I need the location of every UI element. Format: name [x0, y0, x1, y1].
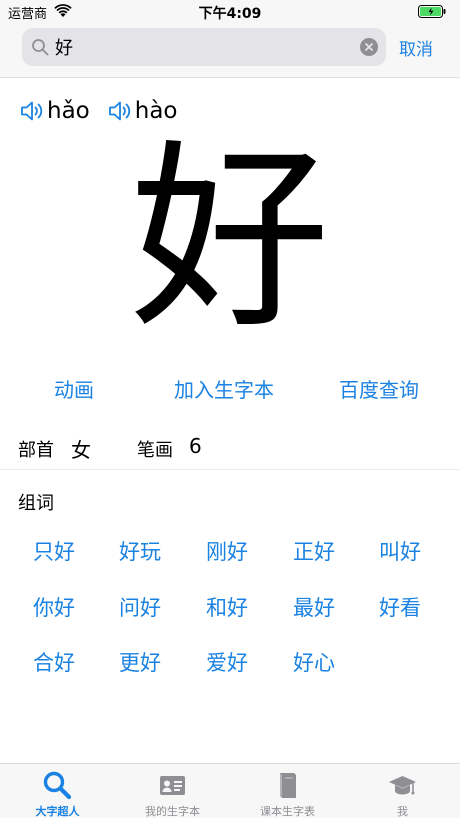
word-item[interactable]: 叫好	[379, 536, 421, 566]
tab-me[interactable]: 我	[345, 764, 460, 818]
baidu-search-button[interactable]: 百度查询	[339, 374, 419, 403]
cancel-button[interactable]: 取消	[399, 35, 433, 60]
tab-label: 课本生字表	[260, 805, 315, 818]
word-item[interactable]: 好心	[293, 647, 335, 677]
word-item[interactable]: 好玩	[119, 536, 161, 566]
search-icon	[43, 771, 72, 800]
graduation-cap-icon	[389, 776, 416, 795]
radical-label: 部首	[18, 440, 54, 461]
search-header: 取消	[0, 24, 460, 78]
magnifier-icon	[32, 39, 49, 56]
radical-value: 女	[71, 438, 91, 462]
tab-label: 我	[397, 805, 408, 818]
search-box[interactable]	[22, 28, 386, 66]
add-to-list-button[interactable]: 加入生字本	[174, 374, 274, 403]
character-display: 好	[129, 123, 330, 356]
tab-label: 我的生字本	[145, 805, 200, 818]
book-icon	[280, 773, 296, 798]
word-item[interactable]: 和好	[206, 592, 248, 622]
pronunciation-item[interactable]: hǎo	[20, 96, 90, 126]
action-bar: 动画 加入生字本 百度查询	[0, 374, 460, 404]
clear-search-icon[interactable]	[360, 38, 378, 56]
tab-bar: 大字超人 我的生字本 课本生字表 我	[0, 763, 460, 818]
strokes-value: 6	[189, 434, 202, 458]
word-item[interactable]: 只好	[33, 536, 75, 566]
animation-button[interactable]: 动画	[54, 374, 94, 403]
tab-dictionary[interactable]: 大字超人	[0, 764, 115, 818]
status-time: 下午4:09	[198, 6, 262, 22]
pronunciation-list: hǎo hào	[20, 96, 196, 126]
word-item[interactable]: 刚好	[206, 536, 248, 566]
word-item[interactable]: 合好	[33, 647, 75, 677]
tab-label: 大字超人	[35, 805, 80, 818]
search-input[interactable]	[55, 34, 355, 60]
word-item[interactable]: 最好	[293, 592, 335, 622]
status-bar: 运营商 下午4:09	[0, 0, 460, 24]
words-title: 组词	[18, 493, 54, 514]
pinyin-text: hào	[134, 98, 178, 124]
id-card-icon	[160, 776, 185, 795]
pinyin-text: hǎo	[47, 98, 90, 124]
tab-textbook[interactable]: 课本生字表	[230, 764, 345, 818]
word-item[interactable]: 爱好	[206, 647, 248, 677]
pronunciation-item[interactable]: hào	[108, 96, 178, 126]
word-item[interactable]: 你好	[33, 592, 75, 622]
strokes-label: 笔画	[137, 440, 173, 461]
character-info: 部首 女 笔画 6	[0, 426, 460, 470]
word-item[interactable]: 正好	[293, 536, 335, 566]
word-item[interactable]: 好看	[379, 592, 421, 622]
tab-my-words[interactable]: 我的生字本	[115, 764, 230, 818]
battery-icon	[418, 5, 446, 18]
speaker-icon[interactable]	[20, 100, 44, 122]
word-item[interactable]: 问好	[119, 592, 161, 622]
speaker-icon[interactable]	[108, 100, 132, 122]
word-item[interactable]: 更好	[119, 647, 161, 677]
